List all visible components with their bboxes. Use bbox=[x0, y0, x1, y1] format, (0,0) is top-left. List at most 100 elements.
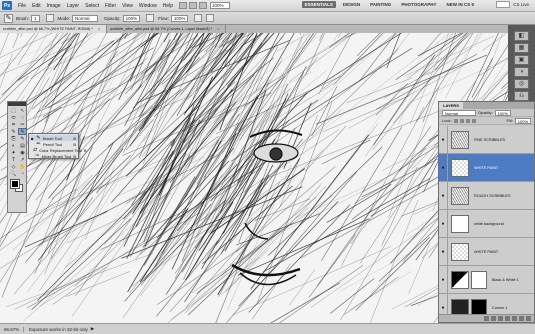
opacity-input[interactable]: 100% bbox=[122, 14, 141, 22]
document-tabs: scribble_after.psd @ 66.7% (WHITE PAINT,… bbox=[0, 25, 508, 33]
foreground-color-swatch[interactable] bbox=[10, 179, 20, 189]
workspace-new-in-cs5[interactable]: NEW IN CS 5 bbox=[443, 1, 477, 8]
slice-tool-icon[interactable]: ✂ bbox=[18, 121, 27, 128]
cs-live-label[interactable]: CS Live bbox=[513, 2, 529, 7]
new-adjustment-icon[interactable] bbox=[505, 316, 510, 321]
flow-input[interactable]: 100% bbox=[170, 14, 189, 22]
status-info: Exposure works in 32-bit only bbox=[29, 326, 88, 332]
path-selection-tool-icon[interactable]: ↗ bbox=[18, 156, 27, 163]
add-mask-icon[interactable] bbox=[498, 316, 503, 321]
extras-icon[interactable] bbox=[198, 2, 207, 9]
menu-image[interactable]: Image bbox=[44, 3, 64, 9]
visibility-eye-icon[interactable]: ● bbox=[439, 209, 448, 238]
menu-layer[interactable]: Layer bbox=[64, 3, 83, 9]
blend-mode-select[interactable]: Normal bbox=[442, 109, 476, 116]
mini-bridge-icon[interactable] bbox=[188, 2, 197, 9]
marquee-tool-icon[interactable]: ↖ bbox=[18, 107, 27, 114]
adjustments-panel-icon[interactable]: ◑ bbox=[514, 67, 529, 77]
search-field[interactable] bbox=[496, 1, 511, 8]
eyedropper-tool-icon[interactable]: ✎ bbox=[9, 128, 18, 135]
lasso-tool-icon[interactable]: ⬭ bbox=[9, 114, 18, 121]
clone-stamp-tool-icon[interactable]: ⎘ bbox=[9, 135, 18, 142]
history-brush-tool-icon[interactable]: ✎ bbox=[18, 135, 27, 142]
menu-file[interactable]: File bbox=[15, 3, 29, 9]
bridge-icon[interactable] bbox=[178, 2, 187, 9]
blur-tool-icon[interactable]: ✦ bbox=[9, 149, 18, 156]
layer-name: FINE SCRIBBLES bbox=[474, 137, 506, 142]
crop-tool-icon[interactable]: ⌗ bbox=[9, 121, 18, 128]
lock-position-icon[interactable] bbox=[465, 118, 470, 123]
eraser-tool-icon[interactable]: ◐ bbox=[9, 142, 18, 149]
hand-tool-icon[interactable]: ✋ bbox=[18, 163, 27, 170]
menu-edit[interactable]: Edit bbox=[29, 3, 44, 9]
new-layer-icon[interactable] bbox=[519, 316, 524, 321]
layer-style-icon[interactable] bbox=[491, 316, 496, 321]
workspace-essentials[interactable]: ESSENTIALS bbox=[301, 1, 336, 8]
visibility-eye-icon[interactable]: ● bbox=[439, 125, 448, 154]
swatches-panel-icon[interactable]: ▦ bbox=[514, 43, 529, 53]
mode-field: Mode: Normal bbox=[58, 14, 99, 22]
visibility-eye-icon[interactable]: ● bbox=[439, 265, 448, 294]
zoom-tool-icon[interactable]: 🔍 bbox=[9, 170, 18, 177]
pressure-opacity-icon[interactable] bbox=[146, 14, 155, 22]
lock-pixels-icon[interactable] bbox=[459, 118, 464, 123]
layer-row[interactable]: ● FINE SCRIBBLES bbox=[439, 125, 534, 154]
styles-panel-icon[interactable]: ▣ bbox=[514, 55, 529, 65]
brush-tool-icon[interactable]: ✎ bbox=[18, 128, 27, 135]
document-tab-active[interactable]: scribble_after.psd @ 66.7% (WHITE PAINT,… bbox=[0, 25, 108, 33]
menu-help[interactable]: Help bbox=[160, 3, 176, 9]
airbrush-icon[interactable] bbox=[194, 14, 203, 22]
menu-view[interactable]: View bbox=[119, 3, 136, 9]
gradient-tool-icon[interactable]: ▤ bbox=[18, 142, 27, 149]
mode-select[interactable]: Normal bbox=[72, 14, 99, 22]
menu-filter[interactable]: Filter bbox=[102, 3, 119, 9]
blend-opacity-row: Normal Opacity: 100% bbox=[439, 109, 534, 117]
visibility-eye-icon[interactable]: ● bbox=[439, 237, 448, 266]
workspace-painting[interactable]: PAINTING bbox=[367, 1, 394, 8]
dodge-tool-icon[interactable]: ◉ bbox=[18, 149, 27, 156]
layer-row[interactable]: ● ROUGH SCRIBBLES bbox=[439, 181, 534, 210]
color-panel-icon[interactable]: ◧ bbox=[514, 31, 529, 41]
menu-select[interactable]: Select bbox=[82, 3, 102, 9]
quick-select-tool-icon[interactable]: ◌ bbox=[18, 114, 27, 121]
visibility-eye-icon[interactable]: ● bbox=[439, 181, 448, 210]
menu-window[interactable]: Window bbox=[136, 3, 160, 9]
new-group-icon[interactable] bbox=[512, 316, 517, 321]
status-zoom[interactable]: 66.67% bbox=[4, 326, 24, 332]
workspace-design[interactable]: DESIGN bbox=[340, 1, 363, 8]
close-tab-icon[interactable]: × bbox=[217, 27, 219, 31]
document-tab[interactable]: scribble_after_alim.psd @ 66.7% (Curves … bbox=[107, 25, 227, 33]
move-tool-icon[interactable]: ⬚ bbox=[9, 107, 18, 114]
color-swatches bbox=[8, 179, 26, 194]
visibility-eye-icon[interactable]: ● bbox=[439, 153, 448, 182]
pressure-size-icon[interactable] bbox=[206, 14, 215, 22]
type-tool-icon[interactable]: T bbox=[9, 156, 18, 163]
flyout-item-mixer-brush-tool[interactable]: ✑ Mixer Brush Tool B bbox=[29, 153, 78, 159]
lock-transparency-icon[interactable] bbox=[453, 118, 458, 123]
layer-row[interactable]: ● Black & White 1 bbox=[439, 265, 534, 294]
layer-mask-thumbnail[interactable] bbox=[471, 270, 487, 289]
layer-name: white background bbox=[474, 221, 504, 226]
history-panel-icon[interactable]: ⎌ bbox=[514, 91, 529, 101]
layer-row-selected[interactable]: ● WHITE PAINT bbox=[439, 153, 534, 182]
workspace-photography[interactable]: PHOTOGRAPHY bbox=[398, 1, 439, 8]
status-menu-arrow-icon[interactable]: ▶ bbox=[91, 326, 94, 332]
layer-row[interactable]: ● WHITE PAINT bbox=[439, 237, 534, 266]
brush-panel-toggle-icon[interactable] bbox=[45, 14, 54, 22]
masks-panel-icon[interactable]: ◎ bbox=[514, 79, 529, 89]
zoom-level-select[interactable]: 100% bbox=[209, 2, 230, 9]
link-layers-icon[interactable] bbox=[484, 316, 489, 321]
shape-tool-icon[interactable]: ◇ bbox=[9, 163, 18, 170]
document-canvas[interactable] bbox=[0, 33, 508, 323]
close-tab-icon[interactable]: × bbox=[98, 27, 100, 31]
layer-row[interactable]: ● white background bbox=[439, 209, 534, 238]
layer-opacity-input[interactable]: 100% bbox=[494, 109, 511, 116]
fill-input[interactable]: 100% bbox=[514, 117, 531, 124]
tab-layers[interactable]: LAYERS bbox=[439, 102, 463, 109]
brush-tool-preset-icon[interactable]: ✎ bbox=[4, 13, 13, 23]
delete-layer-icon[interactable] bbox=[526, 316, 531, 321]
3d-rotate-tool-icon[interactable]: ◔ bbox=[18, 170, 27, 177]
workspace-switcher: ESSENTIALS DESIGN PAINTING PHOTOGRAPHY N… bbox=[301, 1, 477, 8]
lock-all-icon[interactable] bbox=[471, 118, 476, 123]
brush-size-picker[interactable]: 1 bbox=[31, 14, 40, 22]
